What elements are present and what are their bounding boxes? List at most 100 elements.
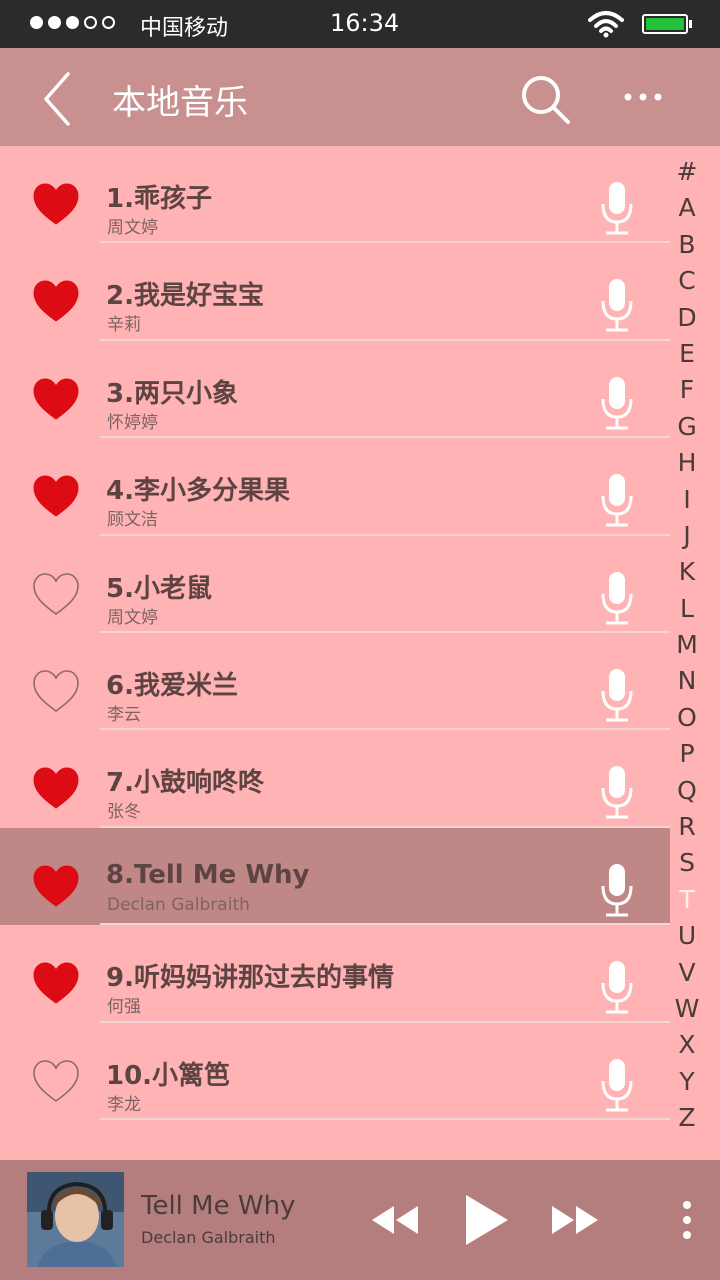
alphabet-letter[interactable]: F <box>670 375 704 411</box>
song-row[interactable]: 2.我是好宝宝辛莉 <box>0 243 670 341</box>
battery-icon <box>642 14 692 34</box>
signal-strength-icon <box>30 16 115 29</box>
song-title: 6.我爱米兰 <box>106 670 238 701</box>
album-cover-image[interactable] <box>27 1172 124 1267</box>
song-title: 2.我是好宝宝 <box>106 281 264 312</box>
now-playing-title: Tell Me Why <box>141 1191 296 1221</box>
heart-outline-icon[interactable] <box>32 572 80 616</box>
alphabet-letter[interactable]: M <box>670 630 704 666</box>
alphabet-letter[interactable]: W <box>670 994 704 1030</box>
heart-outline-icon[interactable] <box>32 669 80 713</box>
alphabet-letter[interactable]: Q <box>670 776 704 812</box>
heart-outline-icon[interactable] <box>32 1059 80 1103</box>
song-row[interactable]: 7.小鼓响咚咚张冬 <box>0 730 670 828</box>
search-icon[interactable] <box>518 72 574 128</box>
alphabet-letter[interactable]: A <box>670 193 704 229</box>
song-title: 10.小篱笆 <box>106 1060 231 1091</box>
alphabet-letter[interactable]: R <box>670 812 704 848</box>
alphabet-letter[interactable]: X <box>670 1030 704 1066</box>
song-row[interactable]: 1.乖孩子周文婷 <box>0 146 670 244</box>
alphabet-letter[interactable]: T <box>670 885 704 921</box>
alphabet-letter[interactable]: Z <box>670 1103 704 1139</box>
clock: 16:34 <box>330 9 400 37</box>
alphabet-index[interactable]: # A B C D E F G H I J K L M N O P Q R S T U V W X Y Z <box>670 157 704 1140</box>
alphabet-letter[interactable]: S <box>670 848 704 884</box>
alphabet-letter[interactable]: B <box>670 230 704 266</box>
fast-forward-icon[interactable] <box>550 1204 600 1236</box>
status-bar: 中国移动 16:34 <box>0 0 720 48</box>
song-row[interactable]: 6.我爱米兰李云 <box>0 633 670 731</box>
alphabet-letter[interactable]: E <box>670 339 704 375</box>
song-artist: 辛莉 <box>107 315 141 336</box>
microphone-icon[interactable] <box>600 375 634 431</box>
alphabet-letter[interactable]: I <box>670 485 704 521</box>
alphabet-letter[interactable]: U <box>670 921 704 957</box>
microphone-icon[interactable] <box>600 570 634 626</box>
alphabet-letter[interactable]: V <box>670 958 704 994</box>
microphone-icon[interactable] <box>600 862 634 918</box>
song-title: 8.Tell Me Why <box>106 859 310 890</box>
song-title: 9.听妈妈讲那过去的事情 <box>106 963 394 994</box>
heart-filled-icon[interactable] <box>32 377 80 421</box>
song-row[interactable]: 5.小老鼠周文婷 <box>0 536 670 633</box>
now-playing-bar[interactable]: Tell Me Why Declan Galbraith <box>0 1160 720 1280</box>
signal-dot <box>66 16 79 29</box>
rewind-icon[interactable] <box>370 1204 420 1236</box>
song-artist: 张冬 <box>107 802 141 823</box>
alphabet-letter[interactable]: H <box>670 448 704 484</box>
alphabet-letter[interactable]: G <box>670 412 704 448</box>
song-artist: 周文婷 <box>107 607 158 628</box>
song-title: 1.乖孩子 <box>106 184 212 214</box>
alphabet-letter[interactable]: L <box>670 594 704 630</box>
song-title: 5.小老鼠 <box>106 573 212 604</box>
carrier-name: 中国移动 <box>140 16 229 41</box>
song-artist: 李云 <box>107 704 141 725</box>
alphabet-letter[interactable]: C <box>670 266 704 302</box>
song-artist: 顾文洁 <box>107 510 158 531</box>
song-row[interactable]: 4.李小多分果果顾文洁 <box>0 438 670 536</box>
heart-filled-icon[interactable] <box>32 182 80 226</box>
signal-dot <box>102 16 115 29</box>
microphone-icon[interactable] <box>600 667 634 723</box>
heart-filled-icon[interactable] <box>32 474 80 518</box>
alphabet-letter[interactable]: # <box>670 157 704 193</box>
signal-dot <box>84 16 97 29</box>
heart-filled-icon[interactable] <box>32 864 80 908</box>
song-row[interactable]: 9.听妈妈讲那过去的事情何强 <box>0 925 670 1023</box>
heart-filled-icon[interactable] <box>32 279 80 323</box>
microphone-icon[interactable] <box>600 1057 634 1113</box>
song-artist: 周文婷 <box>107 218 158 238</box>
wifi-icon <box>588 11 624 38</box>
song-artist: 何强 <box>107 997 141 1018</box>
alphabet-letter[interactable]: D <box>670 303 704 339</box>
now-playing-artist: Declan Galbraith <box>141 1228 276 1247</box>
song-artist: 李龙 <box>107 1094 141 1115</box>
play-icon[interactable] <box>462 1193 510 1247</box>
signal-dot <box>48 16 61 29</box>
heart-filled-icon[interactable] <box>32 766 80 810</box>
signal-dot <box>30 16 43 29</box>
alphabet-letter[interactable]: Y <box>670 1067 704 1103</box>
alphabet-letter[interactable]: O <box>670 703 704 739</box>
app-header: 本地音乐 <box>0 48 720 146</box>
microphone-icon[interactable] <box>600 764 634 820</box>
microphone-icon[interactable] <box>600 277 634 333</box>
song-row[interactable]: 3.两只小象怀婷婷 <box>0 341 670 439</box>
alphabet-letter[interactable]: P <box>670 739 704 775</box>
player-menu-icon[interactable] <box>680 1200 694 1240</box>
song-title: 3.两只小象 <box>106 378 238 409</box>
song-row[interactable]: 8.Tell Me Why Declan Galbraith <box>0 827 670 926</box>
song-artist: 怀婷婷 <box>107 412 158 433</box>
alphabet-letter[interactable]: K <box>670 557 704 593</box>
alphabet-letter[interactable]: N <box>670 666 704 702</box>
song-row[interactable]: 10.小篱笆李龙 <box>0 1023 670 1120</box>
microphone-icon[interactable] <box>600 472 634 528</box>
back-icon[interactable] <box>40 70 80 128</box>
alphabet-letter[interactable]: J <box>670 521 704 557</box>
song-title: 7.小鼓响咚咚 <box>106 768 264 799</box>
heart-filled-icon[interactable] <box>32 961 80 1005</box>
microphone-icon[interactable] <box>600 959 634 1015</box>
song-title: 4.李小多分果果 <box>106 476 290 507</box>
microphone-icon[interactable] <box>600 180 634 236</box>
more-dots-icon[interactable] <box>620 84 666 110</box>
